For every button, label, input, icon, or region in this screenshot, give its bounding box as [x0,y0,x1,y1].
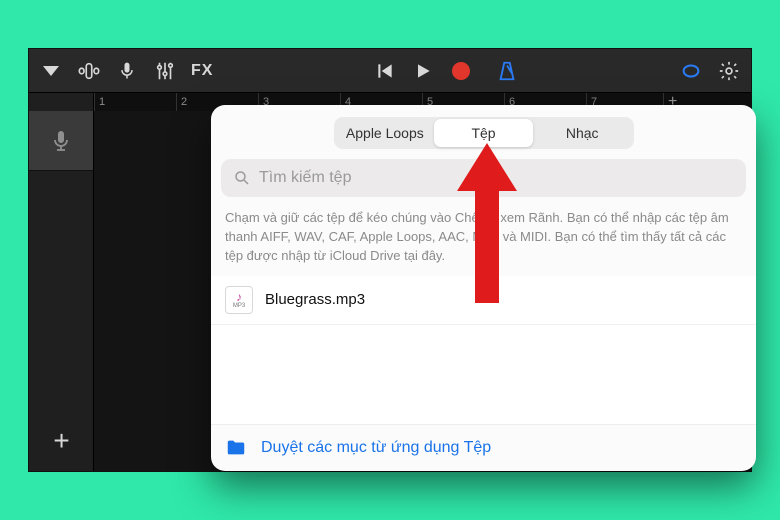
files-hint-text: Chạm và giữ các tệp để kéo chúng vào Chế… [211,197,756,276]
record-button[interactable] [449,59,473,83]
audio-track-header[interactable] [29,111,93,171]
loop-browser-icon[interactable] [679,59,703,83]
file-list: ♪ MP3 Bluegrass.mp3 [211,276,756,424]
source-segmented-control: Apple Loops Tệp Nhạc [334,117,634,149]
tab-music[interactable]: Nhạc [533,119,632,147]
search-input[interactable]: Tìm kiếm tệp [221,159,746,197]
settings-gear-icon[interactable] [717,59,741,83]
metronome-icon[interactable] [495,59,519,83]
tab-apple-loops[interactable]: Apple Loops [336,119,435,147]
folder-icon [225,437,247,459]
audio-file-icon: ♪ MP3 [225,286,253,314]
search-placeholder: Tìm kiếm tệp [259,169,351,187]
fx-button[interactable]: FX [191,62,213,80]
microphone-icon[interactable] [115,59,139,83]
search-icon [233,169,251,187]
add-track-button[interactable]: + [29,411,94,471]
track-controls-icon[interactable] [77,59,101,83]
file-row[interactable]: ♪ MP3 Bluegrass.mp3 [211,276,756,325]
loops-files-popover: Apple Loops Tệp Nhạc Tìm kiếm tệp Chạm v… [211,105,756,471]
view-menu-button[interactable] [39,59,63,83]
main-toolbar: FX [29,49,751,93]
play-button[interactable] [411,59,435,83]
mixer-sliders-icon[interactable] [153,59,177,83]
file-name-label: Bluegrass.mp3 [265,291,365,308]
garageband-app: FX [29,49,751,471]
tab-files[interactable]: Tệp [434,119,533,147]
browse-files-label: Duyệt các mục từ ứng dụng Tệp [261,439,491,457]
browse-files-app-button[interactable]: Duyệt các mục từ ứng dụng Tệp [211,424,756,471]
ruler-mark: 1 [94,93,176,111]
rewind-button[interactable] [373,59,397,83]
